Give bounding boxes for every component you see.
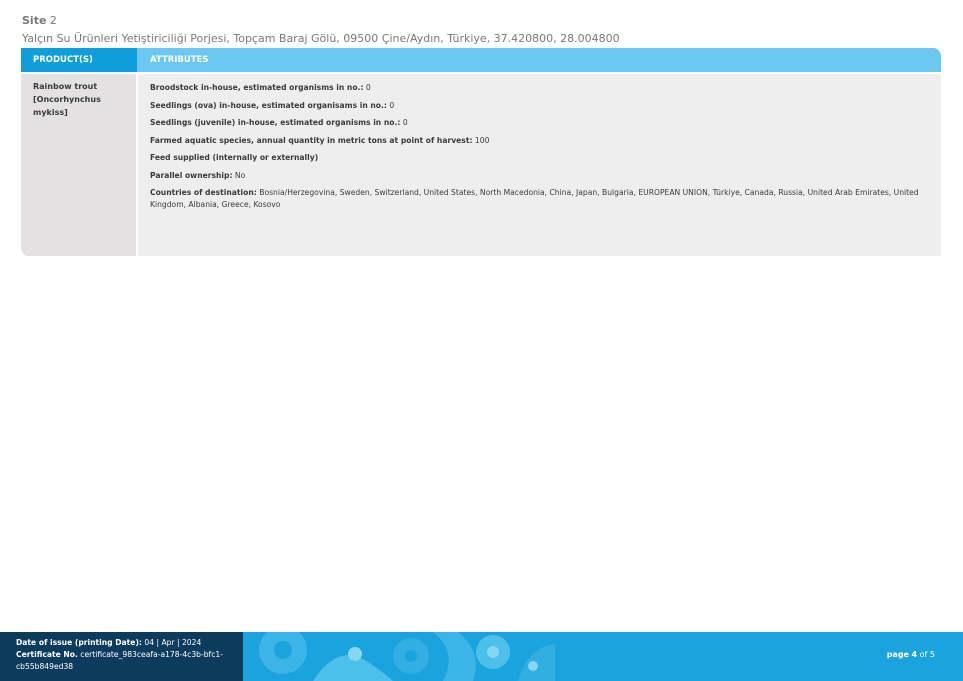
attribute-label: Countries of destination:: [150, 188, 257, 197]
page-current: 4: [911, 650, 918, 659]
attribute-label: Farmed aquatic species, annual quantity …: [150, 135, 473, 145]
attribute-row: Parallel ownership: No: [150, 170, 930, 182]
attribute-row: Seedlings (ova) in-house, estimated orga…: [150, 100, 930, 112]
site-address: Yalçın Su Ürünleri Yetiştiriciliği Porje…: [22, 32, 620, 45]
pattern-graphic: [243, 632, 555, 681]
footer-bar: Date of issue (printing Date): 04 | Apr …: [0, 632, 963, 681]
issue-date-value: 04 | Apr | 2024: [144, 638, 202, 647]
page-label: page: [886, 650, 909, 659]
attributes-column: Broodstock in-house, estimated organisms…: [138, 74, 941, 256]
decorative-pattern: [243, 632, 555, 681]
attribute-row: Broodstock in-house, estimated organisms…: [150, 82, 930, 94]
footer-info: Date of issue (printing Date): 04 | Apr …: [16, 637, 238, 673]
table-header: PRODUCT(S) ATTRIBUTES: [21, 48, 941, 72]
products-table: PRODUCT(S) ATTRIBUTES Rainbow trout [Onc…: [21, 48, 941, 256]
certificate-label: Certificate No.: [16, 650, 78, 659]
attribute-row: Seedlings (juvenile) in-house, estimated…: [150, 117, 930, 129]
site-label: Site: [22, 14, 47, 27]
product-name: Rainbow trout [Oncorhynchus mykiss]: [33, 82, 101, 117]
issue-date-label: Date of issue (printing Date):: [16, 638, 142, 647]
attribute-value: No: [234, 170, 246, 180]
header-attributes: ATTRIBUTES: [150, 55, 209, 65]
header-products: PRODUCT(S): [21, 48, 137, 72]
attribute-label: Parallel ownership:: [150, 170, 233, 180]
attribute-value: 0: [365, 83, 371, 92]
page-total: 5: [929, 650, 935, 659]
page-of: of: [919, 650, 928, 659]
attribute-label: Seedlings (juvenile) in-house, estimated…: [150, 118, 401, 127]
attribute-row: Countries of destination: Bosnia/Herzego…: [150, 187, 930, 211]
attribute-list: Broodstock in-house, estimated organisms…: [150, 82, 930, 217]
footer-info-panel: Date of issue (printing Date): 04 | Apr …: [0, 632, 243, 681]
products-column: Rainbow trout [Oncorhynchus mykiss]: [21, 74, 136, 256]
site-number: 2: [49, 14, 57, 27]
attribute-value: 100: [474, 135, 490, 145]
attribute-label: Feed supplied (internally or externally): [150, 153, 319, 162]
attribute-label: Seedlings (ova) in-house, estimated orga…: [150, 100, 387, 110]
attribute-row: Farmed aquatic species, annual quantity …: [150, 135, 930, 147]
site-title: Site 2: [22, 14, 57, 27]
attribute-value: 0: [389, 100, 395, 110]
attribute-value: 0: [402, 118, 408, 127]
page-indicator: page 4 of 5: [887, 650, 935, 659]
attribute-row: Feed supplied (internally or externally): [150, 152, 930, 164]
attribute-value: Bosnia/Herzegovina, Sweden, Switzerland,…: [150, 188, 919, 209]
attribute-label: Broodstock in-house, estimated organisms…: [150, 83, 364, 92]
